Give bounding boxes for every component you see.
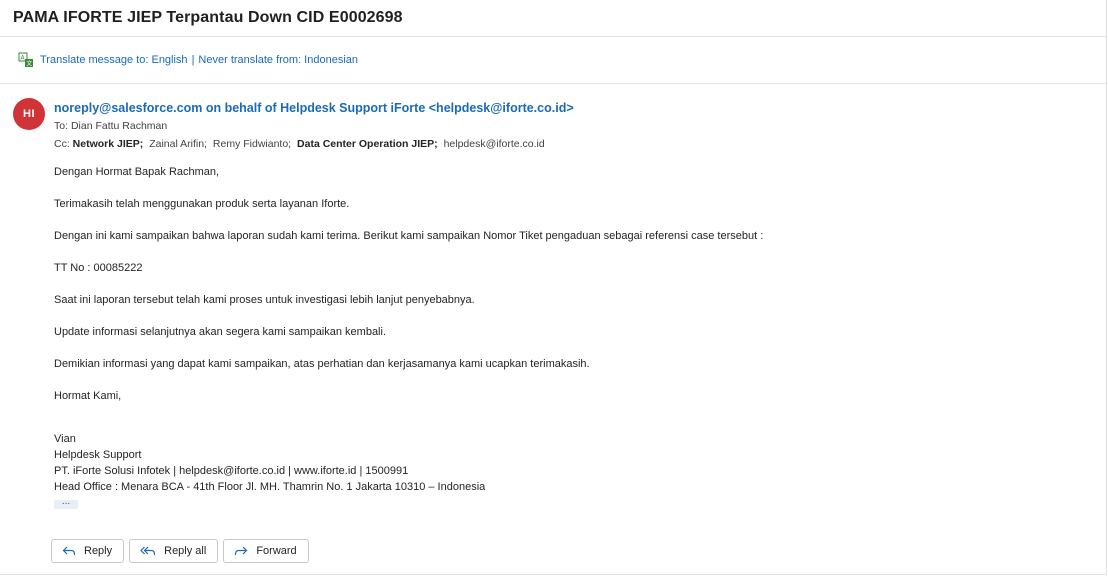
email-reading-pane: PAMA IFORTE JIEP Terpantau Down CID E000… (0, 0, 1107, 575)
reply-icon (62, 546, 76, 555)
body-paragraph: Dengan ini kami sampaikan bahwa laporan … (54, 230, 764, 242)
message-body: Dengan Hormat Bapak Rachman, Terimakasih … (54, 165, 1106, 509)
reply-all-icon (140, 546, 156, 555)
cc-recipient[interactable]: Data Center Operation JIEP; (297, 138, 438, 150)
signature: Vian Helpdesk Support PT. iForte Solusi In… (54, 431, 1106, 495)
cc-recipient[interactable]: Remy Fidwianto; (213, 138, 291, 150)
signature-line: Helpdesk Support (54, 449, 142, 461)
translate-icon: A 文 (18, 52, 34, 68)
reply-all-label: Reply all (164, 545, 207, 557)
forward-button[interactable]: Forward (223, 539, 309, 563)
reply-label: Reply (84, 545, 113, 557)
email-subject: PAMA IFORTE JIEP Terpantau Down CID E000… (13, 9, 403, 26)
body-paragraph: Terimakasih telah menggunakan produk ser… (54, 198, 350, 210)
body-paragraph: Dengan Hormat Bapak Rachman, (54, 166, 220, 178)
to-recipient[interactable]: Dian Fattu Rachman (71, 120, 167, 132)
cc-recipient[interactable]: helpdesk@iforte.co.id (444, 138, 545, 150)
to-line: To: Dian Fattu Rachman (54, 117, 1106, 135)
body-paragraph: Hormat Kami, (54, 390, 122, 402)
show-more-button[interactable]: ... (54, 497, 78, 509)
signature-line: Head Office : Menara BCA - 41th Floor Jl… (54, 481, 486, 493)
reply-all-button[interactable]: Reply all (129, 539, 219, 563)
body-paragraph: Demikian informasi yang dapat kami sampa… (54, 358, 590, 370)
svg-text:文: 文 (26, 60, 32, 68)
signature-line: Vian (54, 433, 76, 445)
signature-line: PT. iForte Solusi Infotek | helpdesk@ifo… (54, 465, 409, 477)
svg-text:A: A (21, 55, 26, 62)
body-paragraph: Update informasi selanjutnya akan segera… (54, 326, 387, 338)
forward-icon (235, 546, 248, 555)
forward-label: Forward (256, 545, 297, 557)
avatar[interactable]: HI (13, 98, 45, 130)
cc-prefix: Cc: (54, 138, 70, 150)
sender[interactable]: noreply@salesforce.com on behalf of Help… (54, 99, 1106, 117)
translate-bar: A 文 Translate message to: English | Neve… (0, 37, 1106, 84)
message-actions: Reply Reply all Forward (51, 539, 309, 563)
body-paragraph: Saat ini laporan tersebut telah kami pro… (54, 294, 475, 306)
translate-to-english-link[interactable]: Translate message to: English (40, 54, 188, 66)
never-translate-link[interactable]: Never translate from: Indonesian (198, 54, 358, 66)
cc-line: Cc: Network JIEP; Zainal Arifin; Remy Fi… (54, 135, 1106, 153)
translate-separator: | (191, 54, 195, 66)
subject-bar: PAMA IFORTE JIEP Terpantau Down CID E000… (0, 0, 1106, 37)
message: HI noreply@salesforce.com on behalf of H… (0, 84, 1106, 509)
body-paragraph: TT No : 00085222 (54, 262, 143, 274)
reply-button[interactable]: Reply (51, 539, 125, 563)
cc-recipient[interactable]: Zainal Arifin; (149, 138, 207, 150)
to-prefix: To: (54, 120, 69, 132)
cc-recipient[interactable]: Network JIEP; (73, 138, 144, 150)
